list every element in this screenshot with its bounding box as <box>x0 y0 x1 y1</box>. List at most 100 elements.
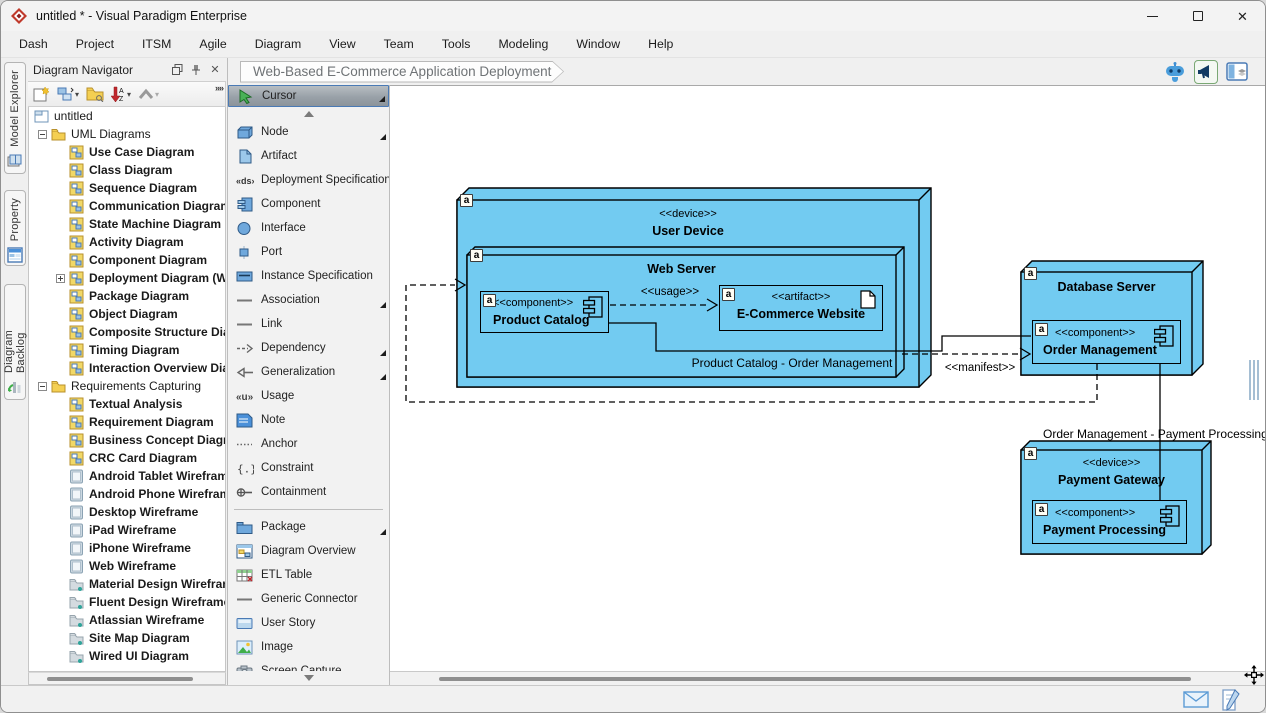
palette-tool-deployment-specification[interactable]: «ds»Deployment Specification <box>228 168 389 192</box>
tree-item[interactable]: Communication Diagram <box>29 197 225 215</box>
tree-item[interactable]: Component Diagram <box>29 251 225 269</box>
menu-project[interactable]: Project <box>62 31 128 57</box>
tree-item[interactable]: Interaction Overview Diagram <box>29 359 225 377</box>
component-order-management[interactable]: <<component>> Order Management <box>1032 320 1181 364</box>
tree-item[interactable]: Web Wireframe <box>29 557 225 575</box>
menu-help[interactable]: Help <box>634 31 687 57</box>
tree-item[interactable]: iPhone Wireframe <box>29 539 225 557</box>
open-folder-button[interactable] <box>84 85 106 103</box>
model-structure-button[interactable]: ▾ <box>55 85 81 103</box>
artifact-ecommerce-website[interactable]: <<artifact>> E-Commerce Website <box>719 285 883 331</box>
pin-panel-icon[interactable] <box>190 64 202 76</box>
component-product-catalog[interactable]: <<component>> Product Catalog <box>480 291 609 333</box>
palette-tool-containment[interactable]: Containment <box>228 480 389 504</box>
tree-item[interactable]: untitled <box>29 107 225 125</box>
palette-tool-component[interactable]: Component <box>228 192 389 216</box>
palette-tool-constraint[interactable]: {.}Constraint <box>228 456 389 480</box>
menu-modeling[interactable]: Modeling <box>484 31 562 57</box>
tree-item[interactable]: Business Concept Diagram <box>29 431 225 449</box>
assistant-robot-icon[interactable] <box>1163 60 1187 84</box>
palette-tool-anchor[interactable]: Anchor <box>228 432 389 456</box>
diagram-canvas[interactable]: <<device>> User Device Web Server Databa… <box>390 85 1265 671</box>
palette-tool-cursor[interactable]: Cursor <box>228 85 389 107</box>
palette-tool-dependency[interactable]: Dependency <box>228 336 389 360</box>
palette-tool-interface[interactable]: Interface <box>228 216 389 240</box>
sort-button[interactable]: AZ▾ <box>109 85 133 104</box>
canvas-hscroll-thumb[interactable] <box>439 677 1191 681</box>
palette-scroll-up[interactable] <box>228 107 389 120</box>
tree-item[interactable]: Sequence Diagram <box>29 179 225 197</box>
float-panel-icon[interactable] <box>171 64 183 76</box>
tree-item[interactable]: Object Diagram <box>29 305 225 323</box>
palette-tool-package[interactable]: Package <box>228 515 389 539</box>
pan-diagram-icon[interactable] <box>1244 665 1264 685</box>
minimize-button[interactable] <box>1130 1 1175 31</box>
menu-team[interactable]: Team <box>370 31 428 57</box>
tree-item[interactable]: Android Phone Wireframe <box>29 485 225 503</box>
panel-layout-icon[interactable] <box>1225 60 1249 84</box>
tree-item[interactable]: Requirement Diagram <box>29 413 225 431</box>
tree-item[interactable]: Desktop Wireframe <box>29 503 225 521</box>
panel-grip[interactable] <box>1249 360 1259 400</box>
collapse-icon[interactable] <box>38 130 47 139</box>
menu-window[interactable]: Window <box>562 31 634 57</box>
tree-item[interactable]: Timing Diagram <box>29 341 225 359</box>
palette-tool-port[interactable]: Port <box>228 240 389 264</box>
palette-tool-generic-connector[interactable]: Generic Connector <box>228 587 389 611</box>
canvas-hscrollbar[interactable] <box>390 671 1265 685</box>
tree-item[interactable]: Deployment Diagram (Web-Based E-Commerce… <box>29 269 225 287</box>
maximize-button[interactable] <box>1175 1 1220 31</box>
tree-item[interactable]: Atlassian Wireframe <box>29 611 225 629</box>
toolbar-overflow-icon[interactable]: »» <box>215 83 223 93</box>
tree-item[interactable]: Use Case Diagram <box>29 143 225 161</box>
palette-scroll-down[interactable] <box>228 671 389 685</box>
dock-tab-property[interactable]: Property <box>4 190 26 266</box>
palette-tool-etl-table[interactable]: ETL Table <box>228 563 389 587</box>
messages-icon[interactable] <box>1183 691 1209 708</box>
component-payment-processing[interactable]: <<component>> Payment Processing <box>1032 500 1187 544</box>
tree-item[interactable]: Site Map Diagram <box>29 629 225 647</box>
tree-item[interactable]: Android Tablet Wireframe <box>29 467 225 485</box>
tree-item[interactable]: Package Diagram <box>29 287 225 305</box>
menu-dash[interactable]: Dash <box>5 31 62 57</box>
compose-note-icon[interactable] <box>1221 689 1241 711</box>
palette-tool-artifact[interactable]: Artifact <box>228 144 389 168</box>
tree-hscrollbar[interactable] <box>28 672 226 685</box>
collapse-icon[interactable] <box>38 382 47 391</box>
menu-itsm[interactable]: ITSM <box>128 31 185 57</box>
menu-tools[interactable]: Tools <box>428 31 485 57</box>
dock-tab-diagram-backlog[interactable]: Diagram Backlog <box>4 284 26 400</box>
dock-tab-model-explorer[interactable]: Model Explorer <box>4 62 26 174</box>
tree-item[interactable]: State Machine Diagram <box>29 215 225 233</box>
palette-tool-user-story[interactable]: User Story <box>228 611 389 635</box>
palette-tool-link[interactable]: Link <box>228 312 389 336</box>
close-button[interactable]: ✕ <box>1220 1 1265 31</box>
close-panel-icon[interactable]: ✕ <box>209 64 221 76</box>
tree-item[interactable]: CRC Card Diagram <box>29 449 225 467</box>
tree-item[interactable]: Wired UI Diagram <box>29 647 225 665</box>
breadcrumb[interactable]: Web-Based E-Commerce Application Deploym… <box>240 61 564 83</box>
palette-tool-usage[interactable]: «u»Usage <box>228 384 389 408</box>
palette-tool-note[interactable]: Note <box>228 408 389 432</box>
tree-item[interactable]: Material Design Wireframe <box>29 575 225 593</box>
tree-hscroll-thumb[interactable] <box>47 677 193 681</box>
tree-item[interactable]: Requirements Capturing <box>29 377 225 395</box>
tree-item[interactable]: Fluent Design Wireframe <box>29 593 225 611</box>
menu-agile[interactable]: Agile <box>185 31 240 57</box>
tree-item[interactable]: Activity Diagram <box>29 233 225 251</box>
menu-diagram[interactable]: Diagram <box>241 31 315 57</box>
new-diagram-button[interactable] <box>31 85 52 104</box>
expand-icon[interactable] <box>56 274 65 283</box>
menu-view[interactable]: View <box>315 31 369 57</box>
announcement-icon[interactable] <box>1194 60 1218 84</box>
tree-item[interactable]: UML Diagrams <box>29 125 225 143</box>
tree-item[interactable]: iPad Wireframe <box>29 521 225 539</box>
palette-tool-generalization[interactable]: Generalization <box>228 360 389 384</box>
tree-item[interactable]: Composite Structure Diagram <box>29 323 225 341</box>
collapse-button[interactable]: ▾ <box>136 87 161 101</box>
palette-tool-association[interactable]: Association <box>228 288 389 312</box>
palette-tool-image[interactable]: Image <box>228 635 389 659</box>
palette-tool-diagram-overview[interactable]: Diagram Overview <box>228 539 389 563</box>
tree-item[interactable]: Textual Analysis <box>29 395 225 413</box>
palette-tool-instance-specification[interactable]: Instance Specification <box>228 264 389 288</box>
